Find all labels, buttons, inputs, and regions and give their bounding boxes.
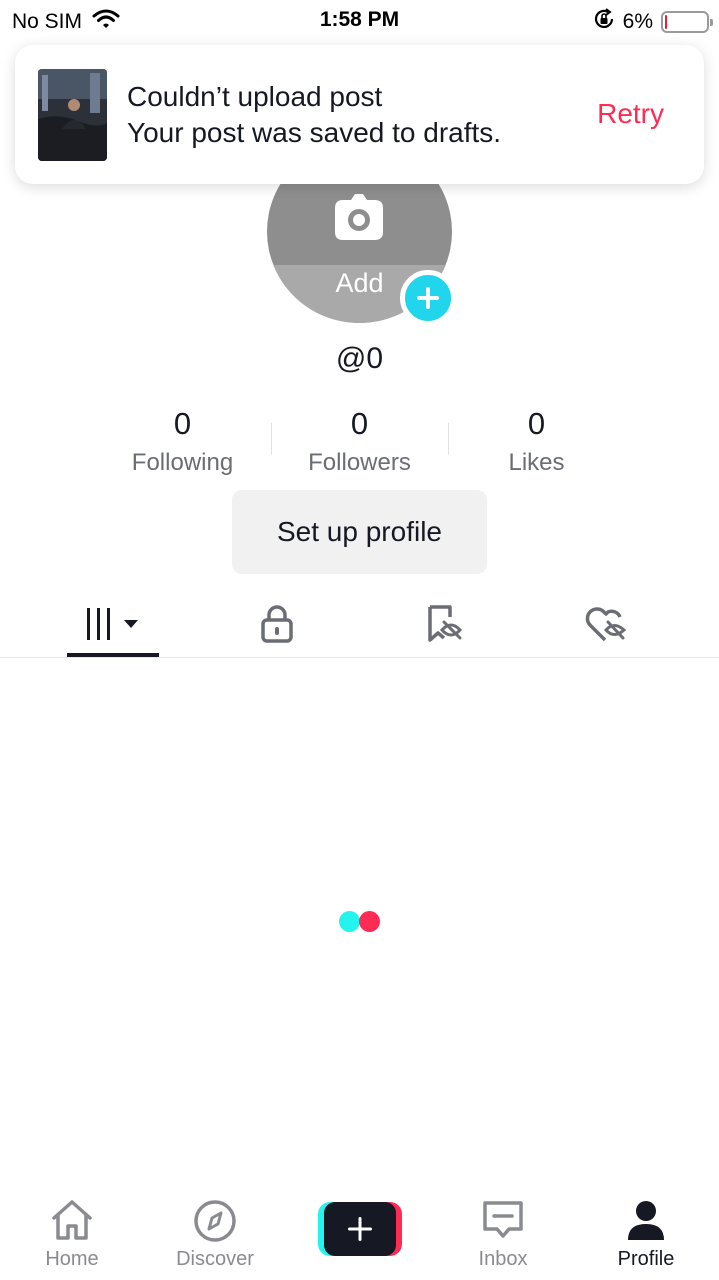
- loader-dot-red: [359, 911, 380, 932]
- bottom-navigation: Home Discover Inbox Profile: [0, 1190, 719, 1280]
- lock-icon: [261, 605, 293, 643]
- plus-icon: [417, 287, 439, 309]
- videos-grid-icon: [87, 608, 138, 640]
- nav-home[interactable]: Home: [7, 1190, 137, 1280]
- stat-label: Likes: [508, 449, 565, 476]
- stat-value: 0: [350, 406, 369, 441]
- stat-value: 0: [173, 406, 192, 441]
- username: @0: [335, 342, 384, 375]
- stat-likes[interactable]: 0 Likes: [448, 405, 625, 477]
- compass-icon: [194, 1200, 236, 1242]
- orientation-lock-icon: [593, 8, 615, 36]
- inbox-icon: [483, 1201, 523, 1238]
- post-thumbnail: [38, 69, 107, 161]
- profile-stats: 0 Following 0 Followers 0 Likes: [94, 405, 624, 480]
- stat-followers[interactable]: 0 Followers: [271, 405, 448, 477]
- camera-icon: [335, 194, 383, 240]
- active-tab-indicator: [67, 653, 159, 657]
- bookmark-hidden-icon: [428, 605, 463, 642]
- tab-videos[interactable]: [67, 590, 159, 658]
- toast-message: Your post was saved to drafts.: [127, 117, 502, 148]
- loader-dot-cyan: [339, 911, 360, 932]
- content-tabs: [0, 590, 719, 658]
- toast-title: Couldn’t upload post: [127, 81, 383, 112]
- nav-label: Discover: [176, 1248, 254, 1270]
- retry-button[interactable]: Retry: [597, 98, 664, 130]
- nav-discover[interactable]: Discover: [150, 1190, 280, 1280]
- set-up-profile-button[interactable]: Set up profile: [232, 490, 487, 574]
- create-plus-icon: [324, 1202, 396, 1256]
- battery-percent: 6%: [622, 10, 653, 33]
- nav-profile[interactable]: Profile: [581, 1190, 711, 1280]
- status-bar: No SIM 1:58 PM 6%: [0, 0, 719, 40]
- tab-private[interactable]: [237, 590, 317, 658]
- stat-following[interactable]: 0 Following: [94, 405, 271, 477]
- status-right: 6%: [593, 8, 713, 36]
- nav-inbox[interactable]: Inbox: [438, 1190, 568, 1280]
- stat-value: 0: [527, 406, 546, 441]
- loading-indicator: [337, 911, 383, 933]
- heart-hidden-icon: [585, 607, 627, 642]
- upload-failed-toast[interactable]: Couldn’t upload post Your post was saved…: [15, 45, 704, 184]
- battery-level: [665, 15, 667, 29]
- stat-label: Following: [131, 449, 234, 476]
- nav-label: Inbox: [478, 1248, 528, 1270]
- tab-liked[interactable]: [566, 590, 646, 658]
- create-post-button[interactable]: [318, 1202, 402, 1256]
- avatar-plus-button[interactable]: [400, 270, 456, 326]
- stat-label: Followers: [308, 449, 411, 476]
- nav-label: Home: [45, 1248, 99, 1270]
- tab-favorites[interactable]: [404, 590, 484, 658]
- battery-icon: [661, 11, 713, 33]
- home-icon: [52, 1200, 92, 1240]
- profile-icon: [628, 1201, 664, 1240]
- nav-label: Profile: [617, 1248, 675, 1270]
